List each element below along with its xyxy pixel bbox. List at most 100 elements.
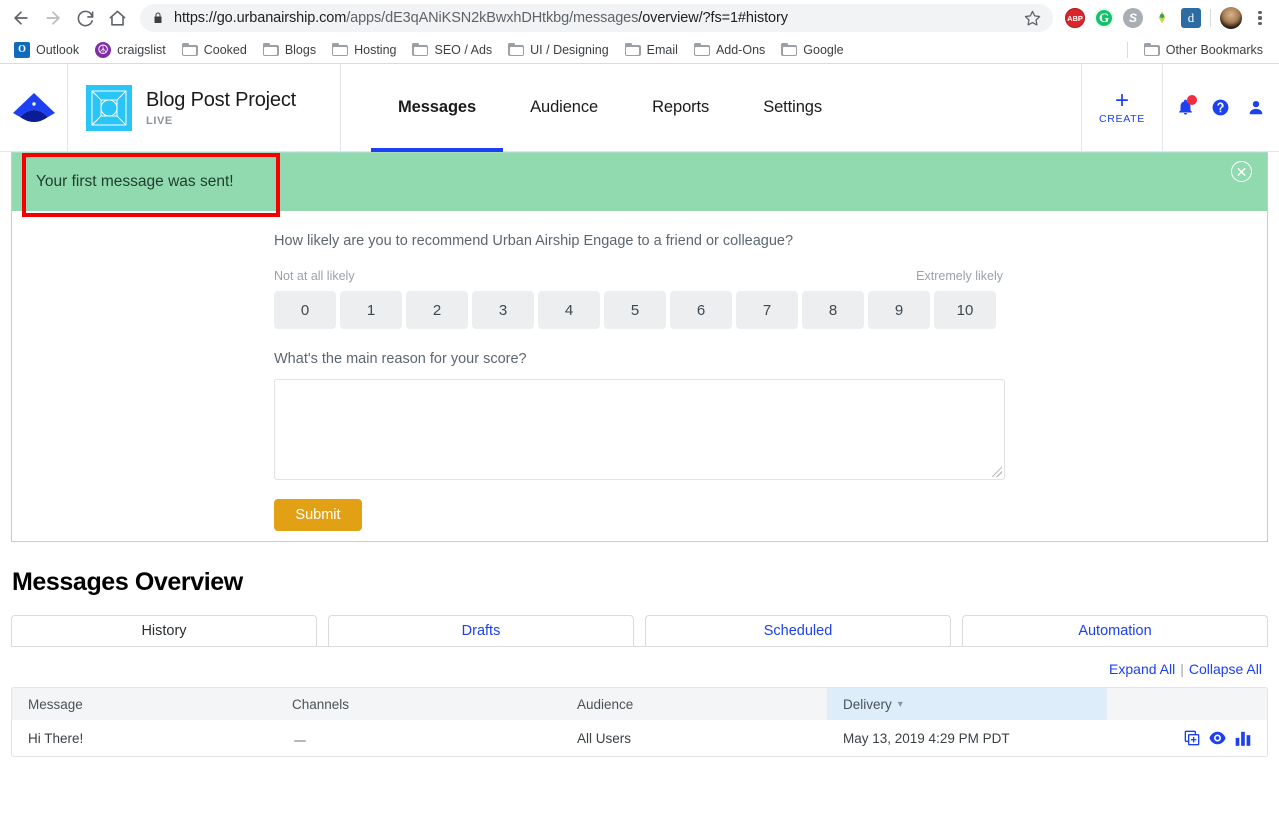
bookmark-label: Hosting <box>354 43 396 57</box>
notifications-bell-icon[interactable] <box>1177 98 1194 117</box>
tab-scheduled[interactable]: Scheduled <box>645 615 951 646</box>
browser-toolbar: https://go.urbanairship.com/apps/dE3qANi… <box>0 0 1279 36</box>
duplicate-icon[interactable] <box>1184 730 1200 746</box>
cell-actions <box>1107 730 1267 746</box>
nps-button-0[interactable]: 0 <box>274 291 336 329</box>
bookmark-label: Outlook <box>36 43 79 57</box>
bookmark-email[interactable]: Email <box>617 40 686 60</box>
main-navigation: Messages Audience Reports Settings <box>341 64 1081 151</box>
bookmark-seo-ads[interactable]: SEO / Ads <box>404 40 500 60</box>
preview-eye-icon[interactable] <box>1209 731 1226 745</box>
project-name: Blog Post Project <box>146 89 296 112</box>
page-body: Your first message was sent! ✕ How likel… <box>0 152 1279 757</box>
nps-button-2[interactable]: 2 <box>406 291 468 329</box>
lock-icon <box>152 11 164 25</box>
bookmarks-bar: O Outlook ☮ craigslist Cooked Blogs Host… <box>0 36 1279 64</box>
reason-textarea[interactable] <box>274 379 1005 480</box>
collapse-all-link[interactable]: Collapse All <box>1189 661 1262 677</box>
overview-tabs: History Drafts Scheduled Automation <box>11 615 1268 646</box>
urban-airship-logo[interactable] <box>0 64 68 151</box>
bookmark-google[interactable]: Google <box>773 40 851 60</box>
folder-icon <box>1144 43 1160 56</box>
grammarly-icon[interactable]: G <box>1094 8 1114 28</box>
cell-audience: All Users <box>577 731 827 746</box>
nps-button-6[interactable]: 6 <box>670 291 732 329</box>
table-row[interactable]: Hi There! All Users May 13, 2019 4:29 PM… <box>12 720 1267 756</box>
resize-grip-icon[interactable] <box>992 467 1002 477</box>
bookmark-outlook[interactable]: O Outlook <box>6 39 87 61</box>
star-icon[interactable] <box>1024 10 1041 27</box>
column-header-channels[interactable]: Channels <box>292 697 577 712</box>
folder-icon <box>625 43 641 56</box>
bookmark-label: UI / Designing <box>530 43 609 57</box>
reload-icon[interactable] <box>70 3 100 33</box>
tab-drafts[interactable]: Drafts <box>328 615 634 646</box>
column-header-audience[interactable]: Audience <box>577 697 827 712</box>
bookmark-hosting[interactable]: Hosting <box>324 40 404 60</box>
bookmark-label: Google <box>803 43 843 57</box>
bookmark-cooked[interactable]: Cooked <box>174 40 255 60</box>
folder-icon <box>412 43 428 56</box>
url-text: https://go.urbanairship.com/apps/dE3qANi… <box>174 10 788 26</box>
kebab-menu-icon[interactable] <box>1251 11 1269 26</box>
notification-badge <box>1187 95 1197 105</box>
forward-arrow-icon[interactable] <box>38 3 68 33</box>
success-banner: Your first message was sent! ✕ <box>12 153 1267 211</box>
create-button[interactable]: + CREATE <box>1081 64 1163 151</box>
folder-icon <box>781 43 797 56</box>
nps-button-1[interactable]: 1 <box>340 291 402 329</box>
nps-button-9[interactable]: 9 <box>868 291 930 329</box>
bookmark-add-ons[interactable]: Add-Ons <box>686 40 773 60</box>
nps-button-7[interactable]: 7 <box>736 291 798 329</box>
submit-button[interactable]: Submit <box>274 499 362 531</box>
help-question-icon[interactable] <box>1211 98 1230 117</box>
nav-reports[interactable]: Reports <box>625 64 736 151</box>
extension-icons: ABP G S d <box>1055 7 1269 29</box>
nps-scale: 0 1 2 3 4 5 6 7 8 9 10 <box>274 291 1267 329</box>
skype-icon[interactable]: S <box>1123 8 1143 28</box>
adblock-plus-icon[interactable]: ABP <box>1065 8 1085 28</box>
messages-table: Message Channels Audience Delivery ▾ Hi … <box>11 687 1268 757</box>
bookmark-label: Email <box>647 43 678 57</box>
column-header-delivery[interactable]: Delivery ▾ <box>827 688 1107 720</box>
bookmark-craigslist[interactable]: ☮ craigslist <box>87 39 174 61</box>
home-icon[interactable] <box>102 3 132 33</box>
nav-settings[interactable]: Settings <box>736 64 849 151</box>
scale-labels: Not at all likely Extremely likely <box>274 269 1003 283</box>
nps-button-8[interactable]: 8 <box>802 291 864 329</box>
scale-high-label: Extremely likely <box>916 269 1003 283</box>
nav-audience[interactable]: Audience <box>503 64 625 151</box>
profile-avatar[interactable] <box>1220 7 1242 29</box>
cell-delivery: May 13, 2019 4:29 PM PDT <box>827 731 1107 746</box>
tab-history[interactable]: History <box>11 615 317 646</box>
bookmark-label: craigslist <box>117 43 166 57</box>
user-account-icon[interactable] <box>1247 98 1265 117</box>
dashlane-icon[interactable]: d <box>1181 8 1201 28</box>
folder-icon <box>508 43 524 56</box>
address-bar[interactable]: https://go.urbanairship.com/apps/dE3qANi… <box>140 4 1053 32</box>
survey-content: How likely are you to recommend Urban Ai… <box>12 211 1267 531</box>
nps-button-10[interactable]: 10 <box>934 291 996 329</box>
tab-automation[interactable]: Automation <box>962 615 1268 646</box>
nps-button-4[interactable]: 4 <box>538 291 600 329</box>
bookmark-blogs[interactable]: Blogs <box>255 40 324 60</box>
back-arrow-icon[interactable] <box>6 3 36 33</box>
reason-question: What's the main reason for your score? <box>274 351 1267 367</box>
report-bar-chart-icon[interactable] <box>1235 731 1251 746</box>
folder-icon <box>182 43 198 56</box>
survey-question: How likely are you to recommend Urban Ai… <box>274 233 1267 249</box>
column-header-message[interactable]: Message <box>12 697 292 712</box>
expand-all-link[interactable]: Expand All <box>1109 661 1175 677</box>
tabs-underline <box>11 646 1268 647</box>
app-header: Blog Post Project LIVE Messages Audience… <box>0 64 1279 152</box>
pin-extension-icon[interactable] <box>1152 8 1172 28</box>
close-x-icon[interactable]: ✕ <box>1231 161 1252 182</box>
bookmark-label: SEO / Ads <box>434 43 492 57</box>
project-selector[interactable]: Blog Post Project LIVE <box>68 64 341 151</box>
other-bookmarks-button[interactable]: Other Bookmarks <box>1136 40 1271 60</box>
nav-messages[interactable]: Messages <box>371 64 503 151</box>
nps-button-5[interactable]: 5 <box>604 291 666 329</box>
nps-button-3[interactable]: 3 <box>472 291 534 329</box>
expand-collapse-controls: Expand All | Collapse All <box>0 661 1262 677</box>
bookmark-ui-designing[interactable]: UI / Designing <box>500 40 617 60</box>
